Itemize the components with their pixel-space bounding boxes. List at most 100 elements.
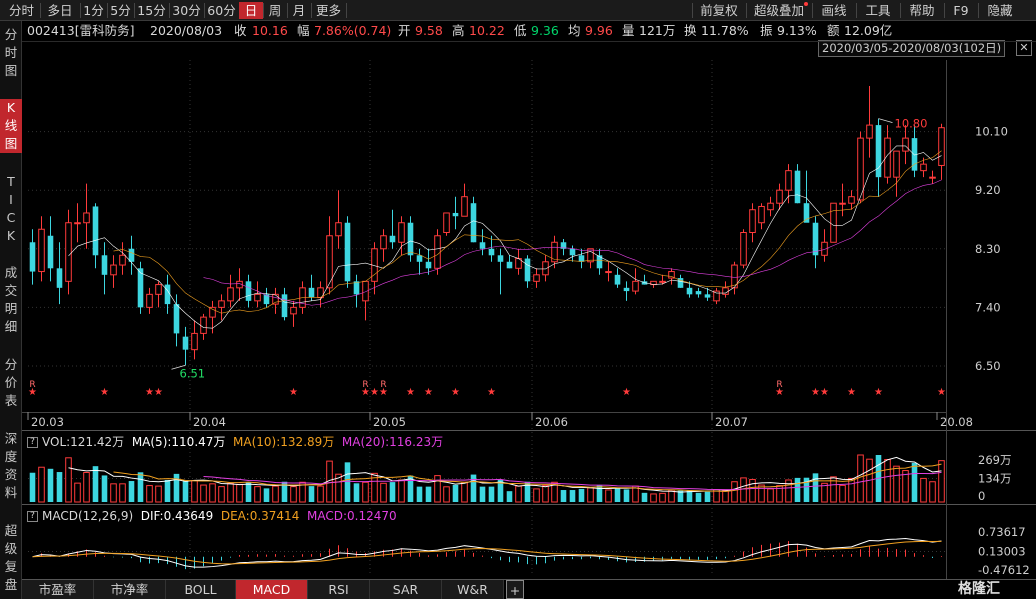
volume-bar — [353, 483, 360, 502]
candle-body — [29, 242, 36, 272]
candle-body — [569, 248, 576, 256]
event-marker: ★ — [154, 387, 163, 398]
y-tick-label: 9.20 — [975, 183, 1001, 197]
volume-bar — [704, 491, 711, 502]
volume-bar — [425, 486, 432, 502]
volume-bar — [839, 484, 846, 503]
candle-body — [794, 170, 801, 204]
volume-bar — [560, 490, 567, 502]
volume-bar — [47, 468, 54, 502]
candle-body — [605, 271, 612, 274]
x-tick-label: 20.03 — [31, 415, 64, 429]
macd-dif: DIF:0.43649 — [140, 509, 214, 523]
candle-body — [524, 258, 531, 282]
volume-bar — [506, 491, 513, 502]
candle-body — [227, 287, 234, 302]
candle-body — [209, 306, 216, 318]
candle-body — [479, 242, 486, 249]
volume-bar — [164, 479, 171, 502]
indicator-tab[interactable]: 市净率 — [94, 580, 166, 599]
volume-bar — [65, 457, 72, 503]
macd-legend: MACD(12,26,9) DIF:0.43649 DEA:0.37414 MA… — [42, 508, 397, 524]
candle-body — [695, 291, 702, 295]
candle-body — [497, 255, 504, 262]
volume-bar — [263, 488, 270, 502]
volume-bar — [794, 477, 801, 502]
volume-bar — [137, 472, 144, 502]
indicator-tab[interactable]: RSI — [308, 580, 370, 599]
candle-body — [938, 127, 945, 166]
volume-bar — [515, 485, 522, 503]
volume-bar — [110, 483, 117, 503]
annotation-label: 6.51 — [180, 366, 206, 380]
volume-bar — [74, 482, 81, 503]
candle-body — [290, 306, 297, 315]
candle-body — [578, 255, 585, 262]
volume-bar — [569, 490, 576, 502]
volume-bar — [587, 487, 594, 503]
candle-body — [740, 232, 747, 266]
event-marker: ★ — [820, 387, 829, 398]
indicator-tab[interactable]: W&R — [442, 580, 504, 599]
candle-body — [281, 294, 288, 318]
macd-name: MACD(12,26,9) — [42, 509, 134, 523]
volume-bar — [767, 488, 774, 503]
candle-body — [119, 254, 126, 266]
volume-bar — [542, 485, 549, 503]
candle-body — [713, 290, 720, 302]
volume-bar — [83, 471, 90, 503]
volume-bar — [56, 472, 63, 502]
volume-bar — [650, 493, 657, 503]
candle-body — [335, 222, 342, 237]
event-marker: ★ — [379, 387, 388, 398]
candle-body — [722, 287, 729, 295]
volume-bar — [893, 465, 900, 503]
volume-bar — [389, 482, 396, 502]
indicator-tab[interactable]: MACD — [236, 580, 308, 599]
indicator-tab[interactable]: SAR — [370, 580, 442, 599]
macd-help-icon[interactable]: ? — [27, 511, 38, 522]
volume-bar — [938, 460, 945, 503]
volume-bar — [848, 477, 855, 503]
event-marker: ★ — [847, 387, 856, 398]
volume-bar — [38, 466, 45, 503]
candle-body — [101, 255, 108, 275]
candle-body — [812, 222, 819, 256]
candle-body — [893, 150, 900, 178]
volume-bar — [254, 486, 261, 503]
y-tick-label: 7.40 — [975, 300, 1001, 314]
candle-body — [254, 293, 261, 302]
candle-body — [929, 176, 936, 179]
x-tick-label: 20.08 — [940, 415, 973, 429]
volume-bar — [290, 486, 297, 503]
macd-y-tick: -0.47612 — [978, 563, 1030, 577]
volume-bar — [173, 473, 180, 502]
indicator-tab[interactable]: 市盈率 — [22, 580, 94, 599]
candle-body — [83, 212, 90, 224]
candle-body — [173, 304, 180, 334]
volume-bar — [695, 492, 702, 502]
volume-bar — [749, 478, 756, 503]
volume-bar — [731, 481, 738, 503]
volume-bar — [461, 481, 468, 503]
price-ma-line — [68, 145, 942, 329]
event-marker: ★ — [424, 387, 433, 398]
volume-bar — [182, 481, 189, 502]
volume-bar — [452, 484, 459, 502]
candle-body — [38, 228, 45, 273]
volume-bar — [218, 486, 225, 503]
candle-body — [785, 170, 792, 191]
event-marker: ★ — [811, 387, 820, 398]
volume-bar — [911, 462, 918, 502]
volume-help-icon[interactable]: ? — [27, 437, 38, 448]
candle-body — [164, 284, 171, 305]
volume-bar — [740, 477, 747, 503]
candle-body — [443, 212, 450, 233]
volume-bar — [227, 482, 234, 503]
candle-body — [200, 316, 207, 334]
candle-body — [92, 206, 99, 256]
add-indicator-icon[interactable]: + — [506, 580, 524, 599]
indicator-tab[interactable]: BOLL — [166, 580, 236, 599]
volume-bar — [344, 462, 351, 502]
volume-bar — [614, 488, 621, 502]
